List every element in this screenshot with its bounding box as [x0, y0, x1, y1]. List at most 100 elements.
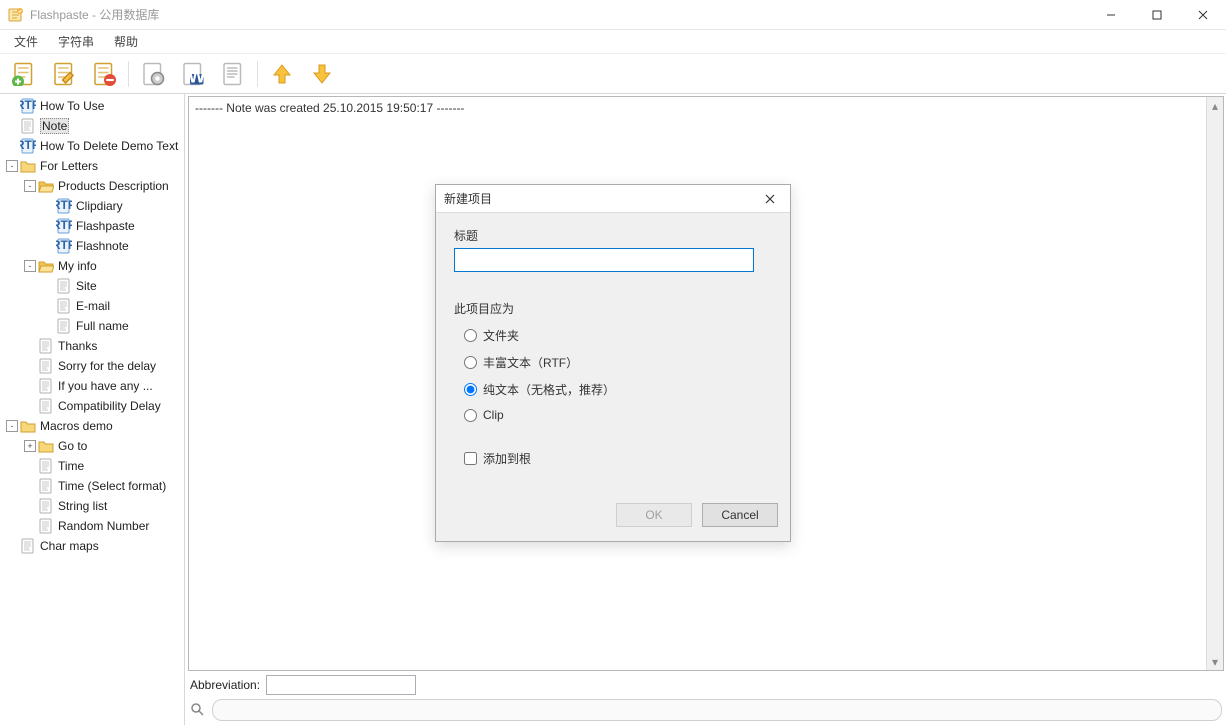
app-icon [8, 7, 24, 23]
menu-help[interactable]: 帮助 [104, 30, 148, 53]
tree-pane[interactable]: How To Use Note How To Delete Demo Text -Fo… [0, 94, 185, 725]
tree-item[interactable]: +Go to [0, 436, 184, 456]
folder-open-icon [38, 258, 54, 274]
txt-icon [56, 298, 72, 314]
toolbar-delete-button[interactable] [86, 57, 122, 91]
dialog-close-button[interactable] [758, 189, 782, 209]
toolbar-movedown-button[interactable] [304, 57, 340, 91]
expander-spacer [6, 120, 18, 132]
tree-item-label: Thanks [58, 339, 97, 353]
rtf-icon [56, 218, 72, 234]
toolbar [0, 54, 1226, 94]
txt-icon [38, 398, 54, 414]
expander-spacer [6, 540, 18, 552]
radio-clip[interactable]: Clip [464, 408, 772, 422]
tree-item[interactable]: Random Number [0, 516, 184, 536]
collapse-icon[interactable]: - [6, 160, 18, 172]
tree-item[interactable]: Thanks [0, 336, 184, 356]
toolbar-moveup-button[interactable] [264, 57, 300, 91]
tree-item-label: String list [58, 499, 107, 513]
tree-item[interactable]: Compatibility Delay [0, 396, 184, 416]
tree-item-label: Sorry for the delay [58, 359, 156, 373]
abbreviation-input[interactable] [266, 675, 416, 695]
scroll-up-icon[interactable]: ▴ [1207, 97, 1223, 114]
tree-item[interactable]: How To Use [0, 96, 184, 116]
collapse-icon[interactable]: - [24, 180, 36, 192]
checkbox-addroot[interactable]: 添加到根 [464, 450, 772, 467]
expander-spacer [24, 480, 36, 492]
txt-icon [38, 518, 54, 534]
tree-item[interactable]: Full name [0, 316, 184, 336]
menu-strings[interactable]: 字符串 [48, 30, 104, 53]
radio-rtf[interactable]: 丰富文本（RTF） [464, 354, 772, 371]
rtf-icon [20, 138, 36, 154]
toolbar-txt-button[interactable] [215, 57, 251, 91]
toolbar-new-button[interactable] [6, 57, 42, 91]
tree-item[interactable]: E-mail [0, 296, 184, 316]
tree-item[interactable]: How To Delete Demo Text [0, 136, 184, 156]
tree-item[interactable]: Site [0, 276, 184, 296]
tree-item-label: Macros demo [40, 419, 113, 433]
toolbar-settings-button[interactable] [135, 57, 171, 91]
tree-item-label: Char maps [40, 539, 99, 553]
scroll-down-icon[interactable]: ▾ [1207, 653, 1223, 670]
tree-item[interactable]: -My info [0, 256, 184, 276]
search-row [190, 699, 1222, 721]
tree-item[interactable]: Flashnote [0, 236, 184, 256]
tree-item[interactable]: Char maps [0, 536, 184, 556]
collapse-icon[interactable]: - [24, 260, 36, 272]
tree-item[interactable]: - Macros demo [0, 416, 184, 436]
tree-item[interactable]: String list [0, 496, 184, 516]
tree-item[interactable]: Flashpaste [0, 216, 184, 236]
tree-item[interactable]: Sorry for the delay [0, 356, 184, 376]
close-button[interactable] [1180, 0, 1226, 30]
expander-spacer [42, 300, 54, 312]
tree-item[interactable]: -For Letters [0, 156, 184, 176]
toolbar-separator [257, 61, 258, 87]
tree-item-label: How To Delete Demo Text [40, 139, 178, 153]
tree-item[interactable]: If you have any ... [0, 376, 184, 396]
expander-spacer [24, 460, 36, 472]
txt-icon [20, 538, 36, 554]
tree-item[interactable]: Time [0, 456, 184, 476]
minimize-button[interactable] [1088, 0, 1134, 30]
dialog-title-label: 标题 [454, 227, 772, 244]
radio-plain[interactable]: 纯文本（无格式，推荐） [464, 381, 772, 398]
rtf-icon [56, 238, 72, 254]
note-header-text: ------- Note was created 25.10.2015 19:5… [195, 101, 464, 115]
expander-spacer [42, 200, 54, 212]
expander-spacer [6, 100, 18, 112]
dialog-title-input[interactable] [454, 248, 754, 272]
search-icon [190, 702, 206, 718]
tree-item-label: Note [40, 118, 69, 134]
dialog-titlebar[interactable]: 新建项目 [436, 185, 790, 213]
new-item-dialog: 新建项目 标题 此项目应为 文件夹 丰富文本（RTF） 纯文本（无格式，推荐） … [435, 184, 791, 542]
txt-icon [56, 318, 72, 334]
search-input[interactable] [212, 699, 1222, 721]
tree-item-label: Random Number [58, 519, 149, 533]
menu-file[interactable]: 文件 [4, 30, 48, 53]
maximize-button[interactable] [1134, 0, 1180, 30]
menu-bar: 文件 字符串 帮助 [0, 30, 1226, 54]
tree-item-label: Clipdiary [76, 199, 123, 213]
txt-icon [38, 498, 54, 514]
dialog-cancel-button[interactable]: Cancel [702, 503, 778, 527]
txt-icon [38, 478, 54, 494]
content-scrollbar[interactable]: ▴ ▾ [1206, 97, 1223, 670]
dialog-ok-button[interactable]: OK [616, 503, 692, 527]
expander-spacer [42, 220, 54, 232]
expand-icon[interactable]: + [24, 440, 36, 452]
tree-item[interactable]: -Products Description [0, 176, 184, 196]
radio-folder[interactable]: 文件夹 [464, 327, 772, 344]
expander-spacer [24, 500, 36, 512]
expander-spacer [24, 380, 36, 392]
tree-item-label: How To Use [40, 99, 104, 113]
tree-item-label: Flashnote [76, 239, 129, 253]
folder-icon [20, 158, 36, 174]
tree-item[interactable]: Time (Select format) [0, 476, 184, 496]
collapse-icon[interactable]: - [6, 420, 18, 432]
toolbar-word-button[interactable] [175, 57, 211, 91]
tree-item[interactable]: Clipdiary [0, 196, 184, 216]
tree-item[interactable]: Note [0, 116, 184, 136]
toolbar-edit-button[interactable] [46, 57, 82, 91]
